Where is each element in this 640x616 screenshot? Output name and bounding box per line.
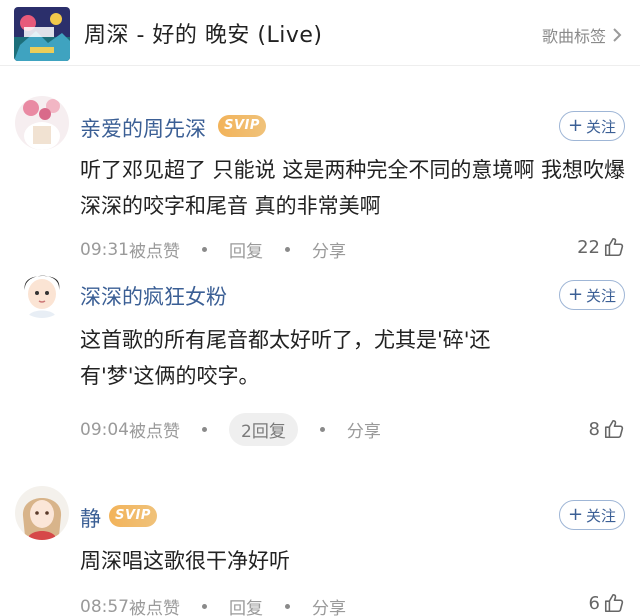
avatar[interactable]: [15, 264, 69, 318]
thumbs-up-icon: [604, 419, 624, 439]
liked-label: 被点赞: [129, 242, 180, 262]
thumbs-up-icon: [604, 593, 624, 613]
comment-time: 09:04: [80, 419, 129, 440]
avatar[interactable]: [15, 486, 69, 540]
username[interactable]: 深深的疯狂女粉: [80, 281, 227, 311]
reply-button[interactable]: 2回复: [229, 413, 298, 446]
song-tags-label: 歌曲标签: [541, 27, 606, 46]
like-button[interactable]: 6: [589, 592, 625, 614]
share-button[interactable]: 分享: [312, 237, 346, 262]
song-title: 周深 - 好的 晚安 (Live): [84, 23, 323, 48]
liked-label: 被点赞: [129, 422, 180, 442]
song-tags-link[interactable]: 歌曲标签: [542, 23, 622, 47]
like-button[interactable]: 8: [589, 418, 625, 440]
separator-dot: [319, 427, 325, 432]
avatar[interactable]: [15, 96, 69, 150]
comment-text: 听了邓见超了 只能说 这是两种完全不同的意境啊 我想吹爆深深的咬字和尾音 真的非…: [80, 158, 626, 218]
username[interactable]: 静: [80, 503, 101, 533]
like-count: 22: [577, 236, 600, 258]
like-count: 6: [588, 592, 600, 614]
comment-meta: 08:57 被点赞 回复 分享: [80, 594, 346, 616]
share-button[interactable]: 分享: [312, 594, 346, 616]
liked-label: 被点赞: [129, 599, 180, 616]
reply-button[interactable]: 回复: [229, 594, 263, 616]
separator-dot: [202, 247, 207, 252]
comment-meta: 09:04 被点赞 2回复 分享: [80, 413, 381, 446]
thumbs-up-icon: [604, 237, 624, 257]
username[interactable]: 亲爱的周先深: [80, 113, 206, 143]
follow-label: 关注: [586, 506, 617, 525]
comment-meta: 09:31 被点赞 回复 分享: [80, 237, 346, 263]
plus-icon: +: [567, 504, 584, 525]
like-button[interactable]: 22: [577, 236, 625, 258]
share-button[interactable]: 分享: [347, 417, 381, 442]
follow-button[interactable]: + 关注: [559, 111, 625, 141]
svip-badge: SVIP: [109, 505, 157, 527]
song-header: 周深 - 好的 晚安 (Live) 歌曲标签: [0, 0, 640, 66]
comment-time: 08:57: [80, 596, 129, 616]
follow-button[interactable]: + 关注: [559, 500, 625, 530]
plus-icon: +: [567, 284, 584, 305]
plus-icon: +: [567, 115, 584, 136]
separator-dot: [285, 247, 290, 252]
separator-dot: [202, 604, 207, 609]
chevron-right-icon: [613, 28, 622, 42]
comment-text: 周深唱这歌很干净好听: [80, 549, 290, 573]
follow-label: 关注: [586, 286, 617, 305]
follow-button[interactable]: + 关注: [559, 280, 625, 310]
comment-time: 09:31: [80, 239, 129, 260]
reply-button[interactable]: 回复: [229, 237, 263, 262]
svip-badge: SVIP: [218, 115, 266, 137]
separator-dot: [202, 427, 207, 432]
separator-dot: [285, 604, 290, 609]
like-count: 8: [588, 418, 600, 440]
follow-label: 关注: [586, 117, 617, 136]
comment-text: 这首歌的所有尾音都太好听了，尤其是'碎'还有'梦'这俩的咬字。: [80, 328, 491, 388]
album-cover[interactable]: [14, 7, 70, 61]
